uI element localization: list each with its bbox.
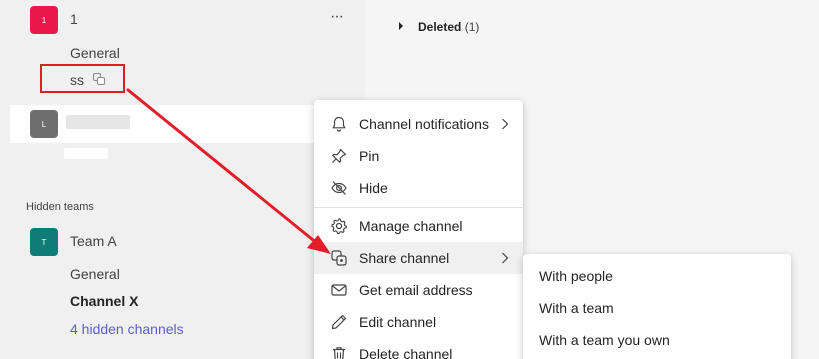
annotation-arrow — [126, 88, 331, 254]
